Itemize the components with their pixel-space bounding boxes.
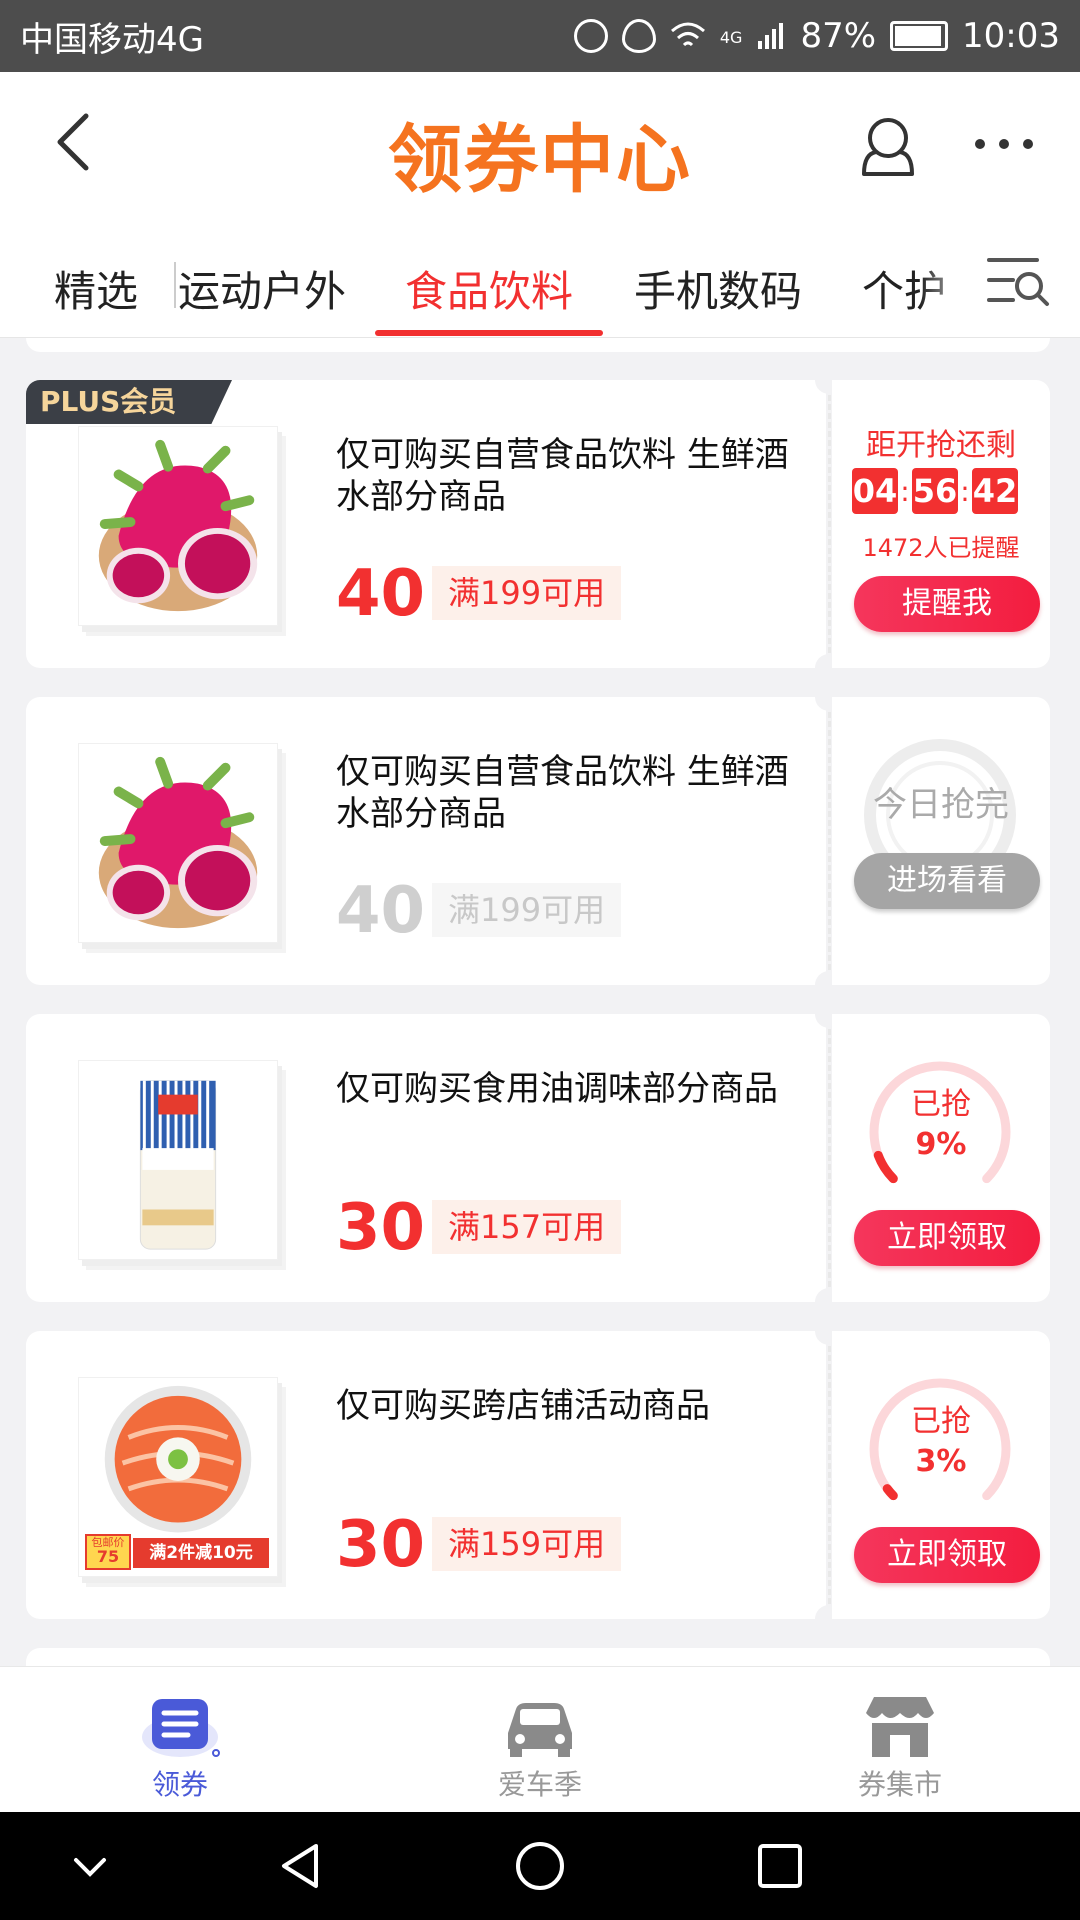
reminded-count: 1472人已提醒: [862, 534, 1020, 562]
signal-icon: [758, 23, 784, 49]
coupon-main: 仅可购买自营食品饮料 生鲜酒水部分商品 40 满199可用: [26, 697, 826, 985]
wifi-icon: [670, 22, 705, 47]
coupon-description: 仅可购买食用油调味部分商品: [336, 1069, 778, 1109]
clock: 10:03: [962, 16, 1060, 56]
claim-button[interactable]: 立即领取: [854, 1210, 1040, 1266]
plus-member-badge: PLUS会员: [26, 380, 232, 424]
category-tabs: 精选 运动户外 食品饮料 手机数码 个护: [0, 222, 1080, 338]
price-tag: 包邮价 75: [85, 1534, 131, 1570]
tab-sports[interactable]: 运动户外: [178, 258, 346, 319]
coupon-description: 仅可购买自营食品饮料 生鲜酒水部分商品: [336, 752, 789, 834]
nav-label: 爱车季: [497, 1768, 582, 1801]
grabbed-percent: 9%: [915, 1127, 967, 1162]
mayonnaise-bottle-image: [139, 1080, 217, 1250]
hide-keyboard-icon[interactable]: [62, 1838, 118, 1894]
remind-me-button[interactable]: 提醒我: [854, 576, 1040, 632]
product-image: [78, 426, 278, 626]
coupon-action: 距开抢还剩 04 : 56 : 42 1472人已提醒 提醒我: [832, 380, 1050, 668]
nav-item-coupon-market[interactable]: 券集市: [720, 1667, 1080, 1813]
nav-label: 券集市: [857, 1768, 942, 1801]
perforation: [828, 1337, 831, 1613]
coupon-condition: 满199可用: [432, 566, 622, 620]
home-nav-icon[interactable]: [512, 1838, 568, 1894]
user-icon[interactable]: [858, 114, 918, 178]
header: 领券中心: [0, 72, 1080, 222]
tab-fade: [920, 222, 980, 336]
nav-item-coupons[interactable]: 领券: [0, 1667, 360, 1813]
network-type: 4G: [719, 28, 743, 47]
nav-label: 领券: [151, 1768, 208, 1801]
grabbed-label: 已抢: [911, 1404, 971, 1439]
countdown-timer: 04 : 56 : 42: [852, 468, 1018, 514]
category-filter-icon[interactable]: [985, 252, 1051, 308]
next-card-edge: [26, 1648, 1050, 1666]
car-icon: [508, 1703, 572, 1757]
coupon-description: 仅可购买跨店铺活动商品: [336, 1386, 710, 1426]
market-stall-icon: [866, 1697, 934, 1757]
product-image: 包邮价 75 满2件减10元: [78, 1377, 278, 1577]
active-tab-indicator: [375, 330, 603, 336]
tab-featured[interactable]: 精选: [54, 258, 138, 319]
coupon-amount: 40: [336, 874, 426, 948]
coupon-main: PLUS会员 仅可购买自营食品饮料 生鲜酒水部分商品 40 满199可用: [26, 380, 826, 668]
coupon-card: 包邮价 75 满2件减10元 仅可购买跨店铺活动商品 30 满159可用 已抢 …: [26, 1317, 1050, 1633]
carrier-label: 中国移动4G: [20, 19, 204, 60]
coupon-description: 仅可购买自营食品饮料 生鲜酒水部分商品: [336, 435, 789, 517]
product-image: [78, 1060, 278, 1260]
product-image: [78, 743, 278, 943]
grabbed-label: 已抢: [911, 1087, 971, 1122]
tab-food[interactable]: 食品饮料: [405, 258, 573, 319]
promo-tag: 满2件减10元: [133, 1538, 269, 1568]
tab-divider: [174, 262, 176, 308]
battery-percent: 87%: [800, 16, 877, 56]
timer-seconds: 42: [972, 468, 1018, 514]
battery-icon: [890, 21, 949, 51]
perforation: [828, 386, 831, 662]
coupon-action: 已抢 3% 立即领取: [832, 1331, 1050, 1619]
more-icon[interactable]: [972, 136, 1036, 152]
system-nav-bar: [0, 1812, 1080, 1920]
bottom-nav: 领券 爱车季 券集市: [0, 1666, 1080, 1812]
countdown-label: 距开抢还剩: [866, 428, 1016, 463]
price-tag-value: 75: [96, 1547, 120, 1566]
timer-minutes: 56: [912, 468, 958, 514]
sold-out-text: 今日抢完: [873, 785, 1009, 825]
timer-colon: :: [900, 474, 910, 508]
coupon-card: 仅可购买自营食品饮料 生鲜酒水部分商品 40 满199可用 今日抢完 进场看看: [26, 683, 1050, 999]
coupon-list[interactable]: PLUS会员 仅可购买自营食品饮料 生鲜酒水部分商品 40 满199可用 距开抢…: [0, 338, 1080, 1666]
coupon-condition: 满159可用: [432, 1517, 622, 1571]
coupon-condition: 满199可用: [432, 883, 622, 937]
coupon-card: 仅可购买食用油调味部分商品 30 满157可用 已抢 9% 立即领取: [26, 1000, 1050, 1316]
eye-icon: [621, 19, 656, 53]
claim-button[interactable]: 立即领取: [854, 1527, 1040, 1583]
coupon-amount: 30: [336, 1191, 426, 1265]
coupon-condition: 满157可用: [432, 1200, 622, 1254]
view-venue-button[interactable]: 进场看看: [854, 853, 1040, 909]
page-title: 领券中心: [388, 117, 692, 203]
coupon-main: 仅可购买食用油调味部分商品 30 满157可用: [26, 1014, 826, 1302]
timer-hours: 04: [852, 468, 898, 514]
coupon-action: 今日抢完 进场看看: [832, 697, 1050, 985]
tab-digital[interactable]: 手机数码: [634, 258, 802, 319]
coupon-amount: 40: [336, 557, 426, 631]
recents-nav-icon[interactable]: [752, 1838, 808, 1894]
dragon-fruit-image: [98, 756, 258, 929]
coupon-action: 已抢 9% 立即领取: [832, 1014, 1050, 1302]
perforation: [828, 1020, 831, 1296]
status-bar: 中国移动4G 4G 87% 10:03: [0, 0, 1080, 72]
coupon-card: PLUS会员 仅可购买自营食品饮料 生鲜酒水部分商品 40 满199可用 距开抢…: [26, 366, 1050, 682]
coupon-amount: 30: [336, 1508, 426, 1582]
coupon-list-icon: [142, 1699, 220, 1757]
grabbed-percent: 3%: [915, 1444, 967, 1479]
alarm-icon: [573, 19, 608, 53]
status-icons: 4G 87% 10:03: [573, 16, 1060, 56]
timer-colon: :: [960, 474, 970, 508]
dragon-fruit-image: [98, 439, 258, 612]
back-nav-icon[interactable]: [272, 1838, 328, 1894]
coupon-main: 包邮价 75 满2件减10元 仅可购买跨店铺活动商品 30 满159可用: [26, 1331, 826, 1619]
previous-card-edge: [26, 338, 1050, 352]
perforation: [828, 703, 831, 979]
nav-item-car-season[interactable]: 爱车季: [360, 1667, 720, 1813]
